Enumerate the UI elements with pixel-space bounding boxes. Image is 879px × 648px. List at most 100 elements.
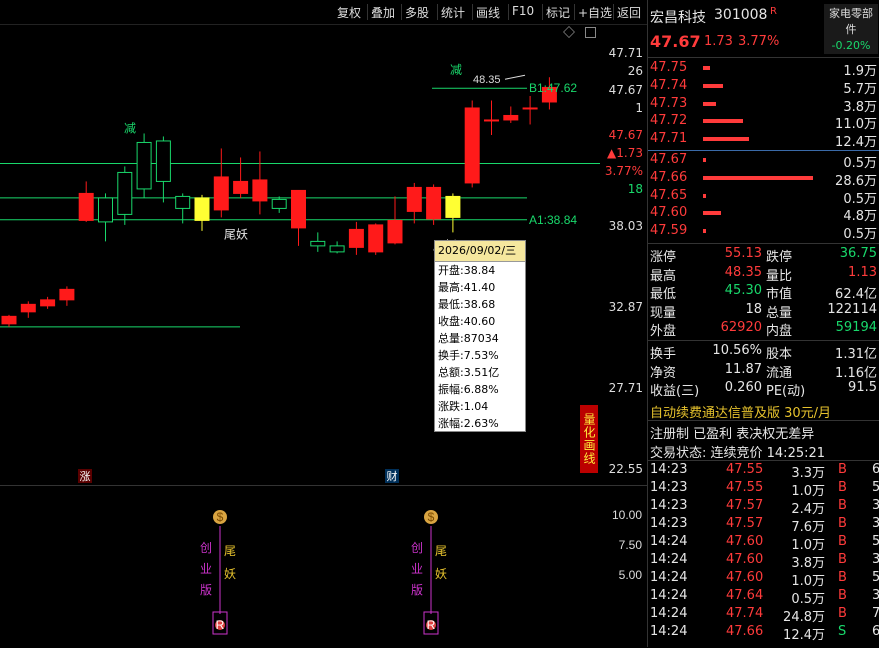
- bid-row-volume-bar: [703, 193, 706, 198]
- candle[interactable]: [368, 223, 384, 255]
- candle-body: [348, 228, 364, 248]
- bid-row-price[interactable]: 47.65: [650, 188, 687, 203]
- candle[interactable]: [155, 136, 171, 203]
- stat-label: 外盘: [650, 324, 677, 339]
- candle[interactable]: [329, 241, 345, 254]
- bid-row-price[interactable]: 47.59: [650, 223, 687, 238]
- tick-cell: 47.55: [726, 462, 764, 477]
- toolbar-button-1[interactable]: 叠加: [371, 4, 395, 21]
- candle-body: [406, 186, 422, 212]
- candle[interactable]: [310, 232, 326, 252]
- chuangye-label: 业: [200, 562, 212, 576]
- candle-body: [20, 303, 36, 313]
- stat-label: 股本: [766, 347, 793, 362]
- sector-box[interactable]: 家电零部件 -0.20%: [824, 4, 878, 54]
- tick-cell: 24.8万: [783, 610, 825, 625]
- promo-link[interactable]: 自动续费通达信普及版 30元/月: [650, 402, 831, 421]
- candle[interactable]: [20, 301, 36, 318]
- candle[interactable]: [136, 133, 152, 198]
- stats-divider: [648, 340, 879, 341]
- candle[interactable]: [445, 193, 461, 233]
- toolbar-button-5[interactable]: F10: [512, 4, 534, 18]
- ask-row-volume: 1.9万: [843, 64, 877, 79]
- candle[interactable]: [194, 194, 210, 231]
- tick-cell: 6: [872, 624, 879, 639]
- tick-cell: 7.6万: [791, 520, 825, 535]
- price-axis: 47.71 26 47.67 1 47.67 ▲1.73 3.77% 18 38.03 32.87…: [600, 24, 647, 484]
- candle[interactable]: [484, 100, 499, 135]
- tick-cell: 47.60: [726, 534, 764, 549]
- ask-row-price[interactable]: 47.73: [650, 96, 687, 111]
- price-tick: 47.71: [608, 46, 643, 60]
- bid-row-price[interactable]: 47.60: [650, 205, 687, 220]
- bid-row-volume-bar: [703, 175, 813, 180]
- price-tick: 26: [627, 64, 643, 78]
- tick-cell: 47.55: [726, 480, 764, 495]
- toolbar-button-2[interactable]: 多股: [405, 4, 429, 21]
- bid-row-price[interactable]: 47.66: [650, 170, 687, 185]
- candle[interactable]: [59, 286, 75, 306]
- candle[interactable]: [175, 193, 191, 224]
- bid-row-volume: 28.6万: [835, 173, 877, 189]
- ask-row-price[interactable]: 47.71: [650, 131, 687, 146]
- toolbar-button-4[interactable]: 画线: [476, 4, 500, 21]
- stat-label: 市值: [766, 287, 793, 302]
- tick-cell: 47.60: [726, 570, 764, 585]
- toolbar-button-7[interactable]: +自选: [578, 4, 612, 21]
- price-tick: 47.67: [608, 128, 643, 142]
- bid-row-price[interactable]: 47.67: [650, 152, 687, 167]
- candle[interactable]: [117, 166, 133, 225]
- quant-draw-badge[interactable]: 量化画线: [580, 405, 598, 473]
- bid-row-volume-bar: [703, 229, 706, 234]
- jian-label: 减: [124, 121, 136, 135]
- price-tick: 38.03: [608, 219, 643, 233]
- ask-row-volume-bar: [703, 83, 723, 88]
- toolbar-button-6[interactable]: 标记: [546, 4, 570, 21]
- toolbar-button-8[interactable]: 返回: [617, 4, 641, 21]
- candle[interactable]: [291, 189, 306, 246]
- quote-panel: 宏昌科技 301008 R 家电零部件 -0.20% 47.67 1.73 3.…: [648, 0, 879, 647]
- tick-cell: 47.66: [726, 624, 764, 639]
- candle[interactable]: [98, 193, 113, 242]
- candle[interactable]: [252, 151, 268, 215]
- indicator-subchart[interactable]: $ R 创业版 尾妖 $ R 创业版 尾妖 10.00 7.50 5.00: [0, 485, 647, 648]
- candle[interactable]: [40, 296, 56, 309]
- toolbar-button-0[interactable]: 复权: [337, 4, 361, 21]
- ask-row-price[interactable]: 47.72: [650, 113, 687, 128]
- candle[interactable]: [348, 221, 364, 255]
- stat-value: 1.16亿: [835, 365, 877, 381]
- stat-label: 量比: [766, 268, 793, 284]
- candle[interactable]: [464, 100, 480, 188]
- candle[interactable]: [522, 95, 538, 125]
- ask-row-price[interactable]: 47.74: [650, 78, 687, 93]
- toolbar-button-3[interactable]: 统计: [441, 4, 465, 21]
- stat-value: 62920: [720, 320, 762, 335]
- tick-cell: 14:24: [650, 588, 688, 603]
- candle[interactable]: [387, 196, 403, 245]
- tick-cell: 14:24: [650, 570, 688, 585]
- candle[interactable]: [1, 314, 17, 327]
- ask-row-price[interactable]: 47.75: [650, 60, 687, 75]
- tick-cell: 3: [872, 588, 879, 603]
- candle[interactable]: [503, 106, 519, 123]
- weiyao-label: 尾妖: [224, 227, 248, 241]
- candle[interactable]: [271, 196, 287, 213]
- square-icon[interactable]: [585, 27, 596, 38]
- stat-value: 36.75: [839, 246, 877, 261]
- price-tick: 22.55: [608, 462, 643, 476]
- stat-label: PE(动): [766, 384, 806, 399]
- tick-cell: B: [838, 552, 847, 567]
- candle[interactable]: [213, 148, 229, 218]
- candle[interactable]: [406, 182, 422, 224]
- last-price: 47.67: [650, 32, 701, 51]
- stat-value: 45.30: [724, 283, 762, 298]
- candle-body: [484, 119, 499, 122]
- tick-cell: 5: [872, 570, 879, 585]
- candle[interactable]: [426, 184, 442, 225]
- bid-row-volume-bar: [703, 211, 721, 216]
- price-tick: 32.87: [608, 300, 643, 314]
- candle[interactable]: [78, 181, 94, 222]
- tick-cell: B: [838, 588, 847, 603]
- stat-label: 跌停: [766, 250, 793, 265]
- tooltip-date: 2026/09/02/三: [435, 241, 525, 262]
